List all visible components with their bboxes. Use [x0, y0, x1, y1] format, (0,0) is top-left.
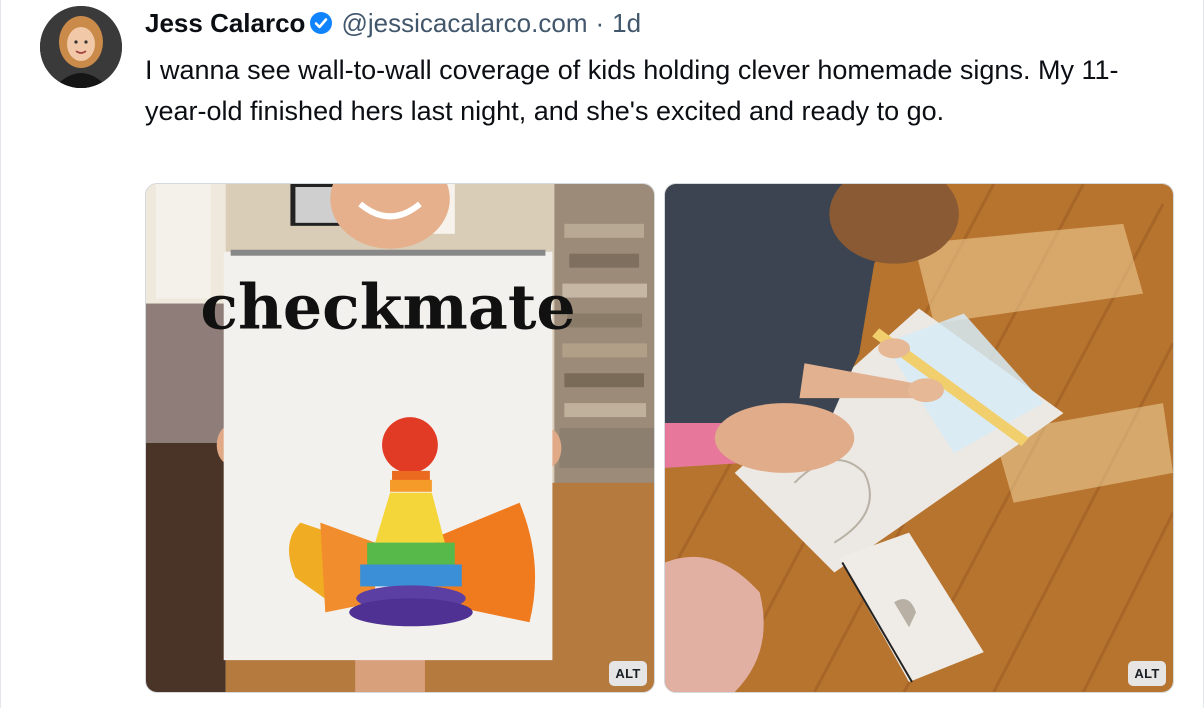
post-text: I wanna see wall-to-wall coverage of kid…: [145, 55, 1119, 126]
post-image-1[interactable]: checkmate ALT: [145, 183, 655, 693]
post[interactable]: Jess Calarco @jessicacalarco.com · 1d I …: [0, 0, 1204, 708]
sign-word-text: checkmate: [200, 270, 575, 343]
post-header: Jess Calarco @jessicacalarco.com · 1d: [145, 5, 641, 41]
post-timestamp[interactable]: 1d: [612, 8, 641, 39]
sign-photo: checkmate: [146, 184, 654, 692]
alt-badge-1[interactable]: ALT: [609, 661, 647, 686]
author-name[interactable]: Jess Calarco: [145, 8, 305, 39]
avatar-photo-icon: [40, 6, 122, 88]
separator-dot: ·: [595, 7, 605, 38]
alt-badge-2[interactable]: ALT: [1128, 661, 1166, 686]
verified-badge-icon: [309, 11, 333, 35]
author-handle[interactable]: @jessicacalarco.com: [341, 8, 587, 39]
drawing-photo: [665, 184, 1173, 692]
avatar[interactable]: [40, 6, 122, 88]
post-image-2[interactable]: ALT: [664, 183, 1174, 693]
